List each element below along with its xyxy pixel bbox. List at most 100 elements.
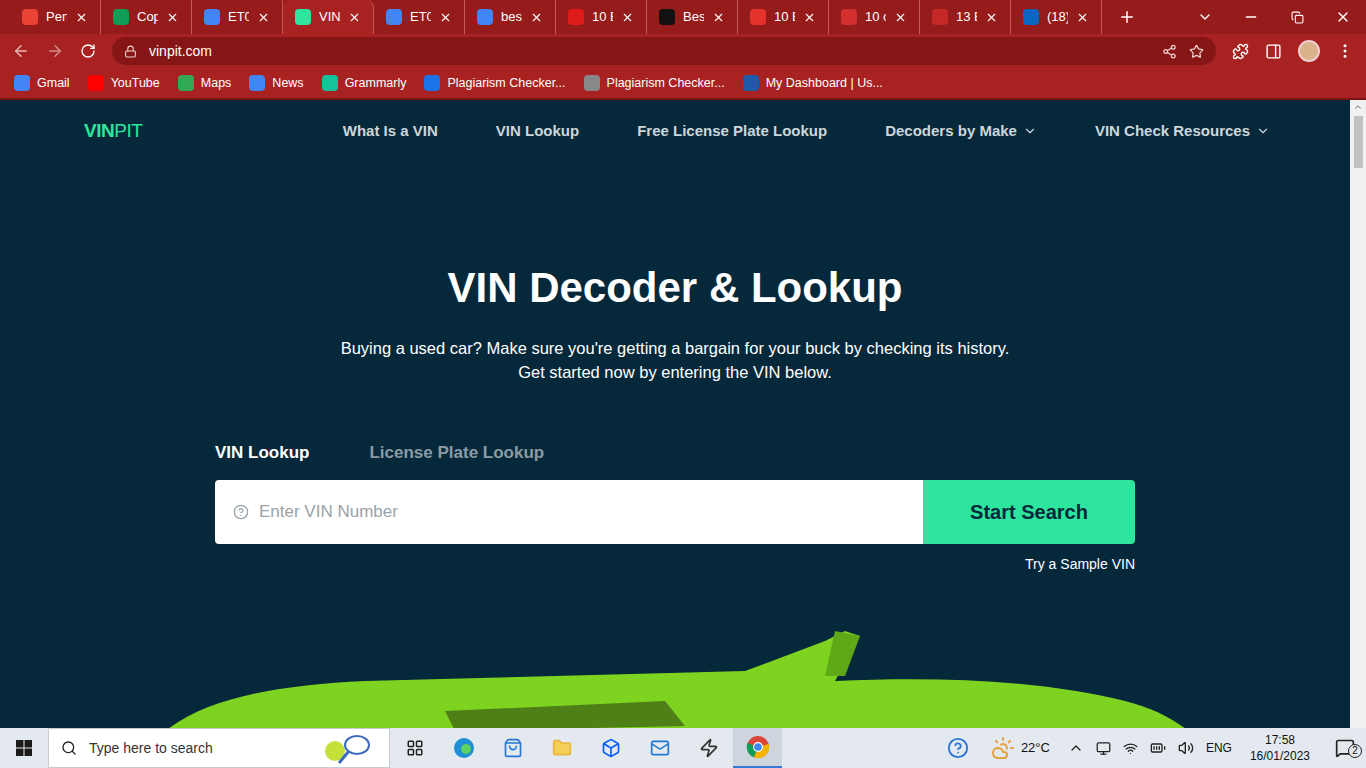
show-hidden-icons-icon[interactable] xyxy=(1068,740,1084,756)
weather-icon xyxy=(991,736,1015,760)
scroll-up-icon[interactable] xyxy=(1353,102,1363,112)
browser-tab[interactable]: Copy xyxy=(101,0,192,34)
taskbar-search[interactable]: Type here to search xyxy=(48,728,390,768)
site-logo[interactable]: VINPIT xyxy=(84,117,142,146)
bookmark-star-icon[interactable] xyxy=(1189,44,1204,59)
close-icon[interactable] xyxy=(75,11,88,24)
chrome-button[interactable] xyxy=(733,728,782,768)
notification-button[interactable]: 2 xyxy=(1328,738,1362,758)
bookmark-label: Gmail xyxy=(37,74,70,93)
page: VINPIT What Is a VIN VIN Lookup Free Licens… xyxy=(0,100,1350,728)
close-icon[interactable] xyxy=(166,11,179,24)
help-tray-icon[interactable] xyxy=(947,737,969,759)
share-icon[interactable] xyxy=(1162,44,1177,59)
search-tab[interactable]: License Plate Lookup xyxy=(369,440,544,466)
new-tab-button[interactable] xyxy=(1110,0,1144,34)
browser-tab[interactable]: ET01 xyxy=(192,0,283,34)
start-search-button[interactable]: Start Search xyxy=(923,480,1135,544)
weather-widget[interactable]: 22°C xyxy=(991,736,1050,760)
bookmark[interactable]: Gmail xyxy=(14,74,70,93)
browser-tab[interactable]: (18) I xyxy=(1011,0,1102,34)
wifi-icon[interactable] xyxy=(1123,741,1138,756)
display-icon[interactable] xyxy=(1096,741,1111,756)
tab-label: 10 of xyxy=(865,7,886,27)
bookmark[interactable]: Grammarly xyxy=(322,74,407,93)
close-icon[interactable] xyxy=(712,11,725,24)
browser-tab[interactable]: ET01 xyxy=(374,0,465,34)
toolbar: vinpit.com xyxy=(0,34,1366,68)
reload-icon[interactable] xyxy=(80,43,96,59)
task-view-button[interactable] xyxy=(390,739,439,757)
explorer-button[interactable] xyxy=(537,738,586,758)
search-tab[interactable]: VIN Lookup xyxy=(215,440,309,466)
close-icon[interactable] xyxy=(803,11,816,24)
mail-button[interactable] xyxy=(635,738,684,758)
side-panel-icon[interactable] xyxy=(1265,43,1282,60)
vin-input[interactable]: Enter VIN Number xyxy=(215,480,923,544)
tab-search-button[interactable] xyxy=(1182,9,1228,25)
chrome-icon[interactable] xyxy=(746,735,770,759)
favicon-icon xyxy=(1023,9,1039,25)
close-icon[interactable] xyxy=(894,11,907,24)
tab-label: best xyxy=(501,7,522,27)
browser-tab[interactable]: Penn xyxy=(10,0,101,34)
dropbox-button[interactable] xyxy=(586,738,635,758)
browser-tab[interactable]: 13 Be xyxy=(920,0,1011,34)
nav-link[interactable]: VIN Check Resources xyxy=(1095,120,1270,143)
close-icon[interactable] xyxy=(985,11,998,24)
nav-link[interactable]: Free License Plate Lookup xyxy=(637,120,827,143)
favicon-icon xyxy=(477,9,493,25)
bookmark[interactable]: News xyxy=(249,74,303,93)
bookmark-favicon-icon xyxy=(14,75,30,91)
forward-icon[interactable] xyxy=(46,42,64,60)
restore-icon xyxy=(1291,11,1304,24)
bookmark[interactable]: My Dashboard | Us... xyxy=(743,74,883,93)
help-icon[interactable] xyxy=(233,504,249,520)
bookmark[interactable]: Maps xyxy=(178,74,232,93)
close-icon[interactable] xyxy=(257,11,270,24)
close-icon[interactable] xyxy=(1076,11,1089,24)
battery-icon[interactable] xyxy=(1150,740,1166,756)
browser-tab[interactable]: VIN I xyxy=(283,0,374,34)
browser-tab[interactable]: 10 of xyxy=(829,0,920,34)
bookmark[interactable]: Plagiarism Checker... xyxy=(584,74,725,93)
browser-tab[interactable]: Best xyxy=(647,0,738,34)
browser-tab[interactable]: 10 Be xyxy=(556,0,647,34)
scrollbar-thumb[interactable] xyxy=(1354,116,1363,168)
volume-icon[interactable] xyxy=(1178,740,1194,756)
start-button[interactable] xyxy=(0,728,48,768)
close-icon[interactable] xyxy=(439,11,452,24)
store-button[interactable] xyxy=(488,738,537,758)
close-window-button[interactable] xyxy=(1320,9,1366,25)
restore-button[interactable] xyxy=(1274,11,1320,24)
sample-vin-link[interactable]: Try a Sample VIN xyxy=(1025,554,1135,575)
search-icon xyxy=(61,740,77,756)
app-button[interactable] xyxy=(684,738,733,758)
nav-link[interactable]: VIN Lookup xyxy=(496,120,579,143)
browser-tab[interactable]: 10 Be xyxy=(738,0,829,34)
browser-tab[interactable]: best xyxy=(465,0,556,34)
address-bar[interactable]: vinpit.com xyxy=(112,37,1216,65)
minimize-button[interactable] xyxy=(1228,9,1274,25)
edge-button[interactable] xyxy=(439,737,488,759)
profile-avatar-icon[interactable] xyxy=(1298,40,1320,62)
back-icon[interactable] xyxy=(12,42,30,60)
bookmark-label: Grammarly xyxy=(345,74,407,93)
close-icon[interactable] xyxy=(348,11,361,24)
tab-label: (18) I xyxy=(1047,7,1068,27)
plus-icon xyxy=(1118,8,1136,26)
nav-link[interactable]: What Is a VIN xyxy=(343,120,438,143)
clock[interactable]: 17:5816/01/2023 xyxy=(1244,732,1316,764)
bookmark[interactable]: YouTube xyxy=(88,74,160,93)
language-indicator[interactable]: ENG xyxy=(1206,739,1232,757)
mail-icon xyxy=(650,738,670,758)
tab-label: Copy xyxy=(137,7,158,27)
chevron-down-icon xyxy=(1197,9,1213,25)
close-icon[interactable] xyxy=(530,11,543,24)
extensions-icon[interactable] xyxy=(1232,43,1249,60)
menu-icon[interactable] xyxy=(1336,42,1354,60)
bookmark[interactable]: Plagiarism Checker... xyxy=(424,74,565,93)
close-icon[interactable] xyxy=(621,11,634,24)
nav-link[interactable]: Decoders by Make xyxy=(885,120,1037,143)
scrollbar[interactable] xyxy=(1350,100,1366,728)
